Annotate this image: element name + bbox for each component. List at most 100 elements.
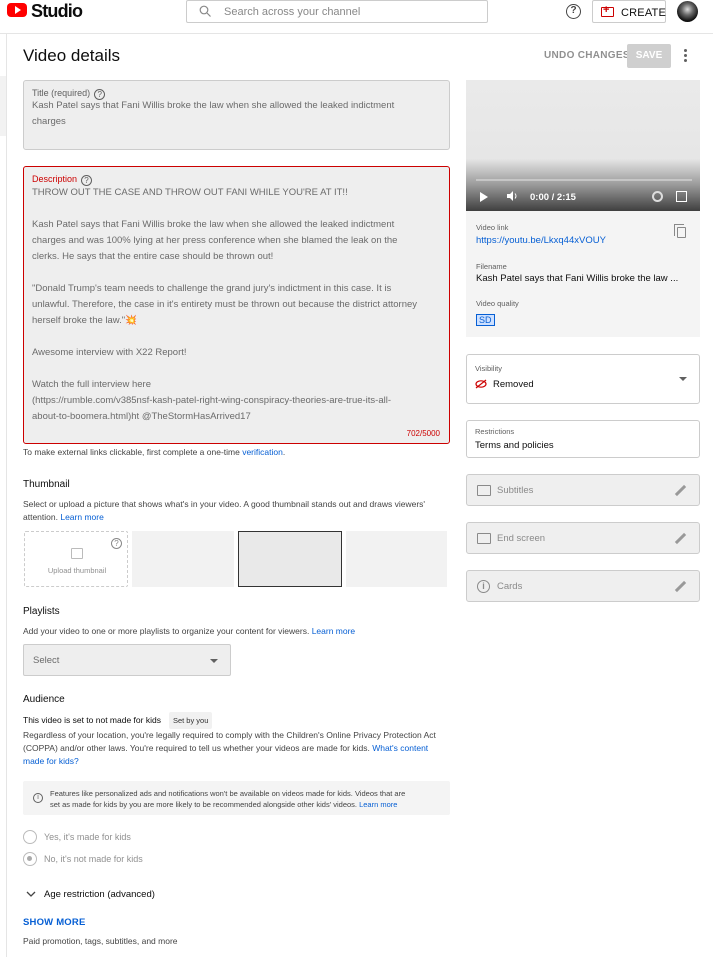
thumbnail-text-line-1: Select or upload a picture that shows wh… (23, 499, 426, 509)
restrictions-value: Terms and policies (475, 440, 554, 451)
visibility-dropdown[interactable]: Visibility Removed (466, 354, 700, 404)
title-field[interactable]: Title (required)? Kash Patel says that F… (23, 80, 450, 150)
made-for-kids-yes-radio[interactable] (23, 830, 37, 844)
made-for-kids-link-continued[interactable]: made for kids? (23, 756, 79, 766)
visibility-label: Visibility (475, 364, 502, 373)
description-line[interactable]: Awesome interview with X22 Report! (32, 345, 187, 361)
chevron-down-icon[interactable] (26, 890, 36, 898)
play-icon[interactable] (480, 192, 488, 202)
video-quality-badge: SD (476, 314, 495, 326)
playlists-learn-more-link[interactable]: Learn more (312, 626, 355, 636)
external-links-text: To make external links clickable, first … (23, 447, 243, 457)
title-value-line-1[interactable]: Kash Patel says that Fani Willis broke t… (32, 98, 394, 114)
youtube-logo-icon[interactable] (7, 3, 27, 17)
create-button-label: CREATE (621, 7, 667, 19)
playlist-select[interactable]: Select (23, 644, 231, 676)
studio-logo-text[interactable]: Studio (31, 1, 83, 22)
description-line[interactable]: THROW OUT THE CASE AND THROW OUT FANI WH… (32, 185, 348, 201)
restrictions-box[interactable]: Restrictions Terms and policies (466, 420, 700, 458)
description-line[interactable]: unlawful. Therefore, the case in it's en… (32, 297, 417, 313)
age-restriction-toggle[interactable]: Age restriction (advanced) (44, 889, 155, 900)
description-line[interactable]: "Donald Trump's team needs to challenge … (32, 281, 391, 297)
help-icon[interactable]: ? (566, 4, 581, 19)
verification-link[interactable]: verification (242, 447, 283, 457)
description-line[interactable]: (https://rumble.com/v385nsf-kash-patel-r… (32, 393, 391, 409)
cards-label: Cards (497, 581, 523, 592)
playlist-select-value: Select (33, 655, 60, 666)
info-icon: i (477, 580, 490, 593)
show-more-subtext: Paid promotion, tags, subtitles, and mor… (23, 936, 178, 946)
thumbnail-learn-more-link[interactable]: Learn more (60, 512, 103, 522)
help-icon[interactable]: ? (111, 538, 122, 549)
subtitles-label: Subtitles (497, 485, 534, 496)
edit-pencil-icon[interactable] (674, 532, 687, 545)
video-link[interactable]: https://youtu.be/Lkxq44xVOUY (476, 235, 688, 246)
edit-pencil-icon[interactable] (674, 580, 687, 593)
audience-text-line-2-text: (COPPA) and/or other laws. You're requir… (23, 743, 373, 753)
kids-info-text: Features like personalized ads and notif… (50, 788, 445, 810)
set-by-you-badge: Set by you (168, 712, 213, 729)
made-for-kids-no-label[interactable]: No, it's not made for kids (44, 854, 143, 864)
video-player[interactable]: 0:00 / 2:15 (466, 80, 700, 211)
image-icon (71, 548, 83, 559)
description-line[interactable]: Kash Patel says that Fani Willis broke t… (32, 217, 394, 233)
thumbnail-option[interactable] (132, 531, 234, 587)
fullscreen-icon[interactable] (676, 191, 687, 202)
description-line[interactable]: clerks. He says that the entire case sho… (32, 249, 273, 265)
description-line[interactable]: Watch the full interview here (32, 377, 151, 393)
description-line[interactable]: charges and was 100% lying at her press … (32, 233, 397, 249)
more-options-icon[interactable] (680, 47, 690, 65)
dropdown-arrow-icon (679, 377, 687, 381)
subtitles-icon (477, 485, 491, 496)
filename-label: Filename (476, 262, 507, 271)
thumbnail-heading: Thumbnail (23, 479, 70, 490)
edit-pencil-icon[interactable] (674, 484, 687, 497)
made-for-kids-link[interactable]: What's content (372, 743, 428, 753)
description-field[interactable]: Description? THROW OUT THE CASE AND THRO… (23, 166, 450, 444)
restrictions-label: Restrictions (475, 427, 515, 436)
description-line[interactable]: herself broke the law."💥 (32, 313, 137, 329)
subtitles-editor[interactable]: Subtitles (466, 474, 700, 506)
end-screen-icon (477, 533, 491, 544)
volume-icon[interactable] (506, 190, 518, 202)
dropdown-arrow-icon (210, 659, 218, 663)
search-box[interactable]: Search across your channel (186, 0, 488, 23)
eye-off-icon (475, 379, 487, 389)
cards-editor[interactable]: i Cards (466, 570, 700, 602)
create-button[interactable]: CREATE (592, 0, 666, 23)
title-value-line-2[interactable]: charges (32, 114, 66, 130)
filename-value: Kash Patel says that Fani Willis broke t… (476, 273, 679, 284)
video-info-panel: Video link https://youtu.be/Lkxq44xVOUY … (466, 211, 700, 337)
description-line[interactable]: about-to-boomera.html)ht @TheStormHasArr… (32, 409, 251, 425)
upload-thumbnail-button[interactable]: Upload thumbnail ? (24, 531, 128, 587)
audience-heading: Audience (23, 694, 65, 705)
thumbnail-description: Select or upload a picture that shows wh… (23, 498, 425, 524)
save-button[interactable]: SAVE (627, 44, 671, 68)
page-title: Video details (23, 46, 121, 65)
made-for-kids-no-radio[interactable] (23, 852, 37, 866)
kids-learn-more-link[interactable]: Learn more (359, 800, 397, 809)
title-label: Title (required) (32, 88, 91, 98)
external-links-note: To make external links clickable, first … (23, 447, 285, 457)
thumbnail-option[interactable] (346, 531, 447, 587)
copy-icon[interactable] (674, 224, 686, 238)
video-link-label: Video link (476, 223, 509, 232)
progress-bar[interactable] (476, 179, 692, 181)
upload-thumbnail-label: Upload thumbnail (47, 566, 107, 575)
audience-status: This video is set to not made for kids Se… (23, 712, 213, 729)
show-more-button[interactable]: SHOW MORE (23, 917, 86, 928)
settings-gear-icon[interactable] (652, 191, 663, 202)
account-avatar[interactable] (677, 1, 698, 22)
visibility-value: Removed (493, 379, 534, 390)
made-for-kids-yes-label[interactable]: Yes, it's made for kids (44, 832, 131, 842)
thumbnail-text-line-2-text: attention. (23, 512, 61, 522)
thumbnail-option-selected[interactable] (238, 531, 342, 587)
audience-description: Regardless of your location, you're lega… (23, 729, 436, 768)
thumbnail-text-line-2: attention. Learn more (23, 511, 425, 524)
undo-changes-button[interactable]: UNDO CHANGES (544, 50, 630, 61)
player-time: 0:00 / 2:15 (530, 192, 576, 203)
end-screen-editor[interactable]: End screen (466, 522, 700, 554)
search-placeholder[interactable]: Search across your channel (224, 6, 360, 18)
video-quality-label: Video quality (476, 299, 519, 308)
playlists-text: Add your video to one or more playlists … (23, 626, 312, 636)
